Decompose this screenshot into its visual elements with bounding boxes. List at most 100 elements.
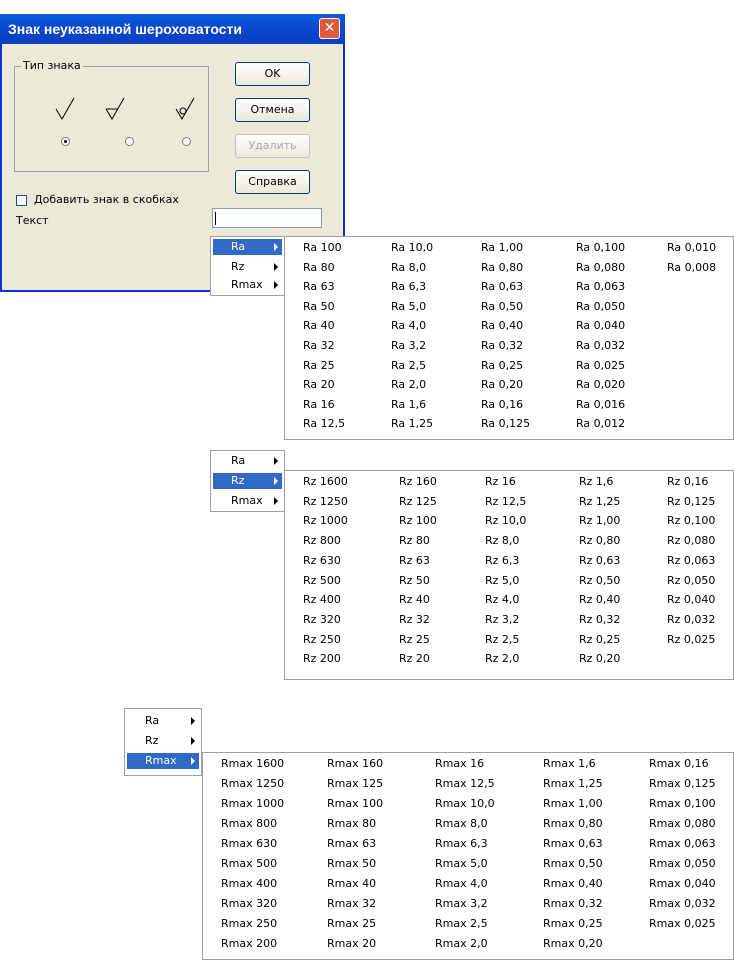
roughness-value-item[interactable]: Ra 100 xyxy=(303,241,342,254)
sign-machined-radio[interactable] xyxy=(125,137,134,146)
roughness-value-item[interactable]: Rmax 8,0 xyxy=(435,817,488,830)
roughness-value-item[interactable]: Rz 1250 xyxy=(303,495,348,508)
roughness-value-item[interactable]: Rz 32 xyxy=(399,613,430,626)
roughness-value-item[interactable]: Rmax 1000 xyxy=(221,797,284,810)
menu-item-rmax[interactable]: Rmax xyxy=(127,753,199,769)
roughness-value-item[interactable]: Ra 0,025 xyxy=(576,359,625,372)
roughness-value-item[interactable]: Rz 4,0 xyxy=(485,593,519,606)
roughness-value-item[interactable]: Rmax 0,16 xyxy=(649,757,709,770)
roughness-value-item[interactable]: Rz 0,100 xyxy=(667,514,715,527)
roughness-value-item[interactable]: Rz 125 xyxy=(399,495,437,508)
roughness-value-item[interactable]: Rz 2,0 xyxy=(485,652,519,665)
roughness-value-item[interactable]: Rz 1,00 xyxy=(579,514,620,527)
menu-item-rz[interactable]: Rz xyxy=(127,733,199,749)
roughness-value-item[interactable]: Rmax 80 xyxy=(327,817,376,830)
roughness-value-item[interactable]: Ra 0,020 xyxy=(576,378,625,391)
roughness-value-item[interactable]: Rz 0,40 xyxy=(579,593,620,606)
roughness-value-item[interactable]: Rz 0,125 xyxy=(667,495,715,508)
roughness-value-item[interactable]: Rmax 0,25 xyxy=(543,917,603,930)
close-icon[interactable]: ✕ xyxy=(319,18,340,39)
roughness-value-item[interactable]: Rz 0,32 xyxy=(579,613,620,626)
roughness-value-item[interactable]: Rmax 63 xyxy=(327,837,376,850)
roughness-value-item[interactable]: Ra 32 xyxy=(303,339,335,352)
roughness-value-item[interactable]: Rz 1000 xyxy=(303,514,348,527)
roughness-value-item[interactable]: Ra 50 xyxy=(303,300,335,313)
roughness-value-item[interactable]: Ra 5,0 xyxy=(391,300,426,313)
roughness-value-item[interactable]: Rz 320 xyxy=(303,613,341,626)
roughness-value-item[interactable]: Rmax 0,050 xyxy=(649,857,716,870)
roughness-value-item[interactable]: Rz 0,63 xyxy=(579,554,620,567)
roughness-value-item[interactable]: Ra 12,5 xyxy=(303,417,345,430)
help-button[interactable]: Справка xyxy=(235,170,310,194)
roughness-value-item[interactable]: Rz 3,2 xyxy=(485,613,519,626)
roughness-value-item[interactable]: Rz 250 xyxy=(303,633,341,646)
roughness-value-item[interactable]: Rmax 125 xyxy=(327,777,383,790)
brackets-checkbox[interactable] xyxy=(16,195,27,206)
roughness-value-item[interactable]: Rmax 0,40 xyxy=(543,877,603,890)
text-input[interactable] xyxy=(212,208,322,228)
roughness-value-item[interactable]: Ra 0,25 xyxy=(481,359,523,372)
roughness-value-item[interactable]: Rz 100 xyxy=(399,514,437,527)
roughness-value-item[interactable]: Rmax 200 xyxy=(221,937,277,950)
roughness-value-item[interactable]: Rmax 0,063 xyxy=(649,837,716,850)
roughness-value-item[interactable]: Rmax 400 xyxy=(221,877,277,890)
roughness-value-item[interactable]: Rmax 12,5 xyxy=(435,777,495,790)
roughness-value-item[interactable]: Ra 1,00 xyxy=(481,241,523,254)
roughness-value-item[interactable]: Ra 1,25 xyxy=(391,417,433,430)
roughness-value-item[interactable]: Rz 1,25 xyxy=(579,495,620,508)
roughness-value-item[interactable]: Rz 0,25 xyxy=(579,633,620,646)
roughness-value-item[interactable]: Rmax 1600 xyxy=(221,757,284,770)
roughness-value-item[interactable]: Ra 0,063 xyxy=(576,280,625,293)
roughness-value-item[interactable]: Rz 0,20 xyxy=(579,652,620,665)
ok-button[interactable]: OK xyxy=(235,62,310,86)
roughness-value-item[interactable]: Rz 10,0 xyxy=(485,514,526,527)
roughness-value-item[interactable]: Rmax 500 xyxy=(221,857,277,870)
roughness-value-item[interactable]: Rz 40 xyxy=(399,593,430,606)
roughness-value-item[interactable]: Rmax 100 xyxy=(327,797,383,810)
roughness-value-item[interactable]: Rz 0,80 xyxy=(579,534,620,547)
roughness-value-item[interactable]: Rz 0,025 xyxy=(667,633,715,646)
sign-basic-radio[interactable] xyxy=(61,137,70,146)
roughness-value-item[interactable]: Rmax 320 xyxy=(221,897,277,910)
roughness-value-item[interactable]: Ra 8,0 xyxy=(391,261,426,274)
roughness-value-item[interactable]: Rmax 0,040 xyxy=(649,877,716,890)
roughness-value-item[interactable]: Rmax 0,125 xyxy=(649,777,716,790)
roughness-value-item[interactable]: Ra 2,5 xyxy=(391,359,426,372)
roughness-value-item[interactable]: Ra 0,100 xyxy=(576,241,625,254)
roughness-value-item[interactable]: Rmax 50 xyxy=(327,857,376,870)
roughness-value-item[interactable]: Rz 630 xyxy=(303,554,341,567)
roughness-value-item[interactable]: Rz 50 xyxy=(399,574,430,587)
roughness-value-item[interactable]: Rmax 0,032 xyxy=(649,897,716,910)
roughness-value-item[interactable]: Rz 0,040 xyxy=(667,593,715,606)
cancel-button[interactable]: Отмена xyxy=(235,98,310,122)
roughness-value-item[interactable]: Rmax 1,25 xyxy=(543,777,603,790)
roughness-value-item[interactable]: Rmax 2,0 xyxy=(435,937,488,950)
roughness-value-item[interactable]: Rz 8,0 xyxy=(485,534,519,547)
roughness-value-item[interactable]: Rz 800 xyxy=(303,534,341,547)
roughness-value-item[interactable]: Ra 63 xyxy=(303,280,335,293)
roughness-value-item[interactable]: Ra 25 xyxy=(303,359,335,372)
roughness-value-item[interactable]: Rz 16 xyxy=(485,475,516,488)
menu-item-ra[interactable]: Ra xyxy=(213,453,282,469)
roughness-value-item[interactable]: Ra 10,0 xyxy=(391,241,433,254)
roughness-value-item[interactable]: Rmax 16 xyxy=(435,757,484,770)
roughness-value-item[interactable]: Ra 0,050 xyxy=(576,300,625,313)
roughness-value-item[interactable]: Rz 500 xyxy=(303,574,341,587)
roughness-value-item[interactable]: Ra 80 xyxy=(303,261,335,274)
roughness-value-item[interactable]: Rmax 0,080 xyxy=(649,817,716,830)
roughness-value-item[interactable]: Rz 2,5 xyxy=(485,633,519,646)
roughness-value-item[interactable]: Ra 0,040 xyxy=(576,319,625,332)
roughness-value-item[interactable]: Rz 0,050 xyxy=(667,574,715,587)
roughness-value-item[interactable]: Rmax 800 xyxy=(221,817,277,830)
roughness-value-item[interactable]: Rz 160 xyxy=(399,475,437,488)
roughness-value-item[interactable]: Ra 3,2 xyxy=(391,339,426,352)
roughness-value-item[interactable]: Rz 25 xyxy=(399,633,430,646)
roughness-value-item[interactable]: Rz 1,6 xyxy=(579,475,613,488)
menu-item-rmax[interactable]: Rmax xyxy=(213,493,282,509)
roughness-value-item[interactable]: Ra 1,6 xyxy=(391,398,426,411)
roughness-value-item[interactable]: Rz 0,50 xyxy=(579,574,620,587)
roughness-value-item[interactable]: Rz 6,3 xyxy=(485,554,519,567)
roughness-value-item[interactable]: Rz 0,063 xyxy=(667,554,715,567)
roughness-value-item[interactable]: Rz 200 xyxy=(303,652,341,665)
roughness-value-item[interactable]: Ra 4,0 xyxy=(391,319,426,332)
